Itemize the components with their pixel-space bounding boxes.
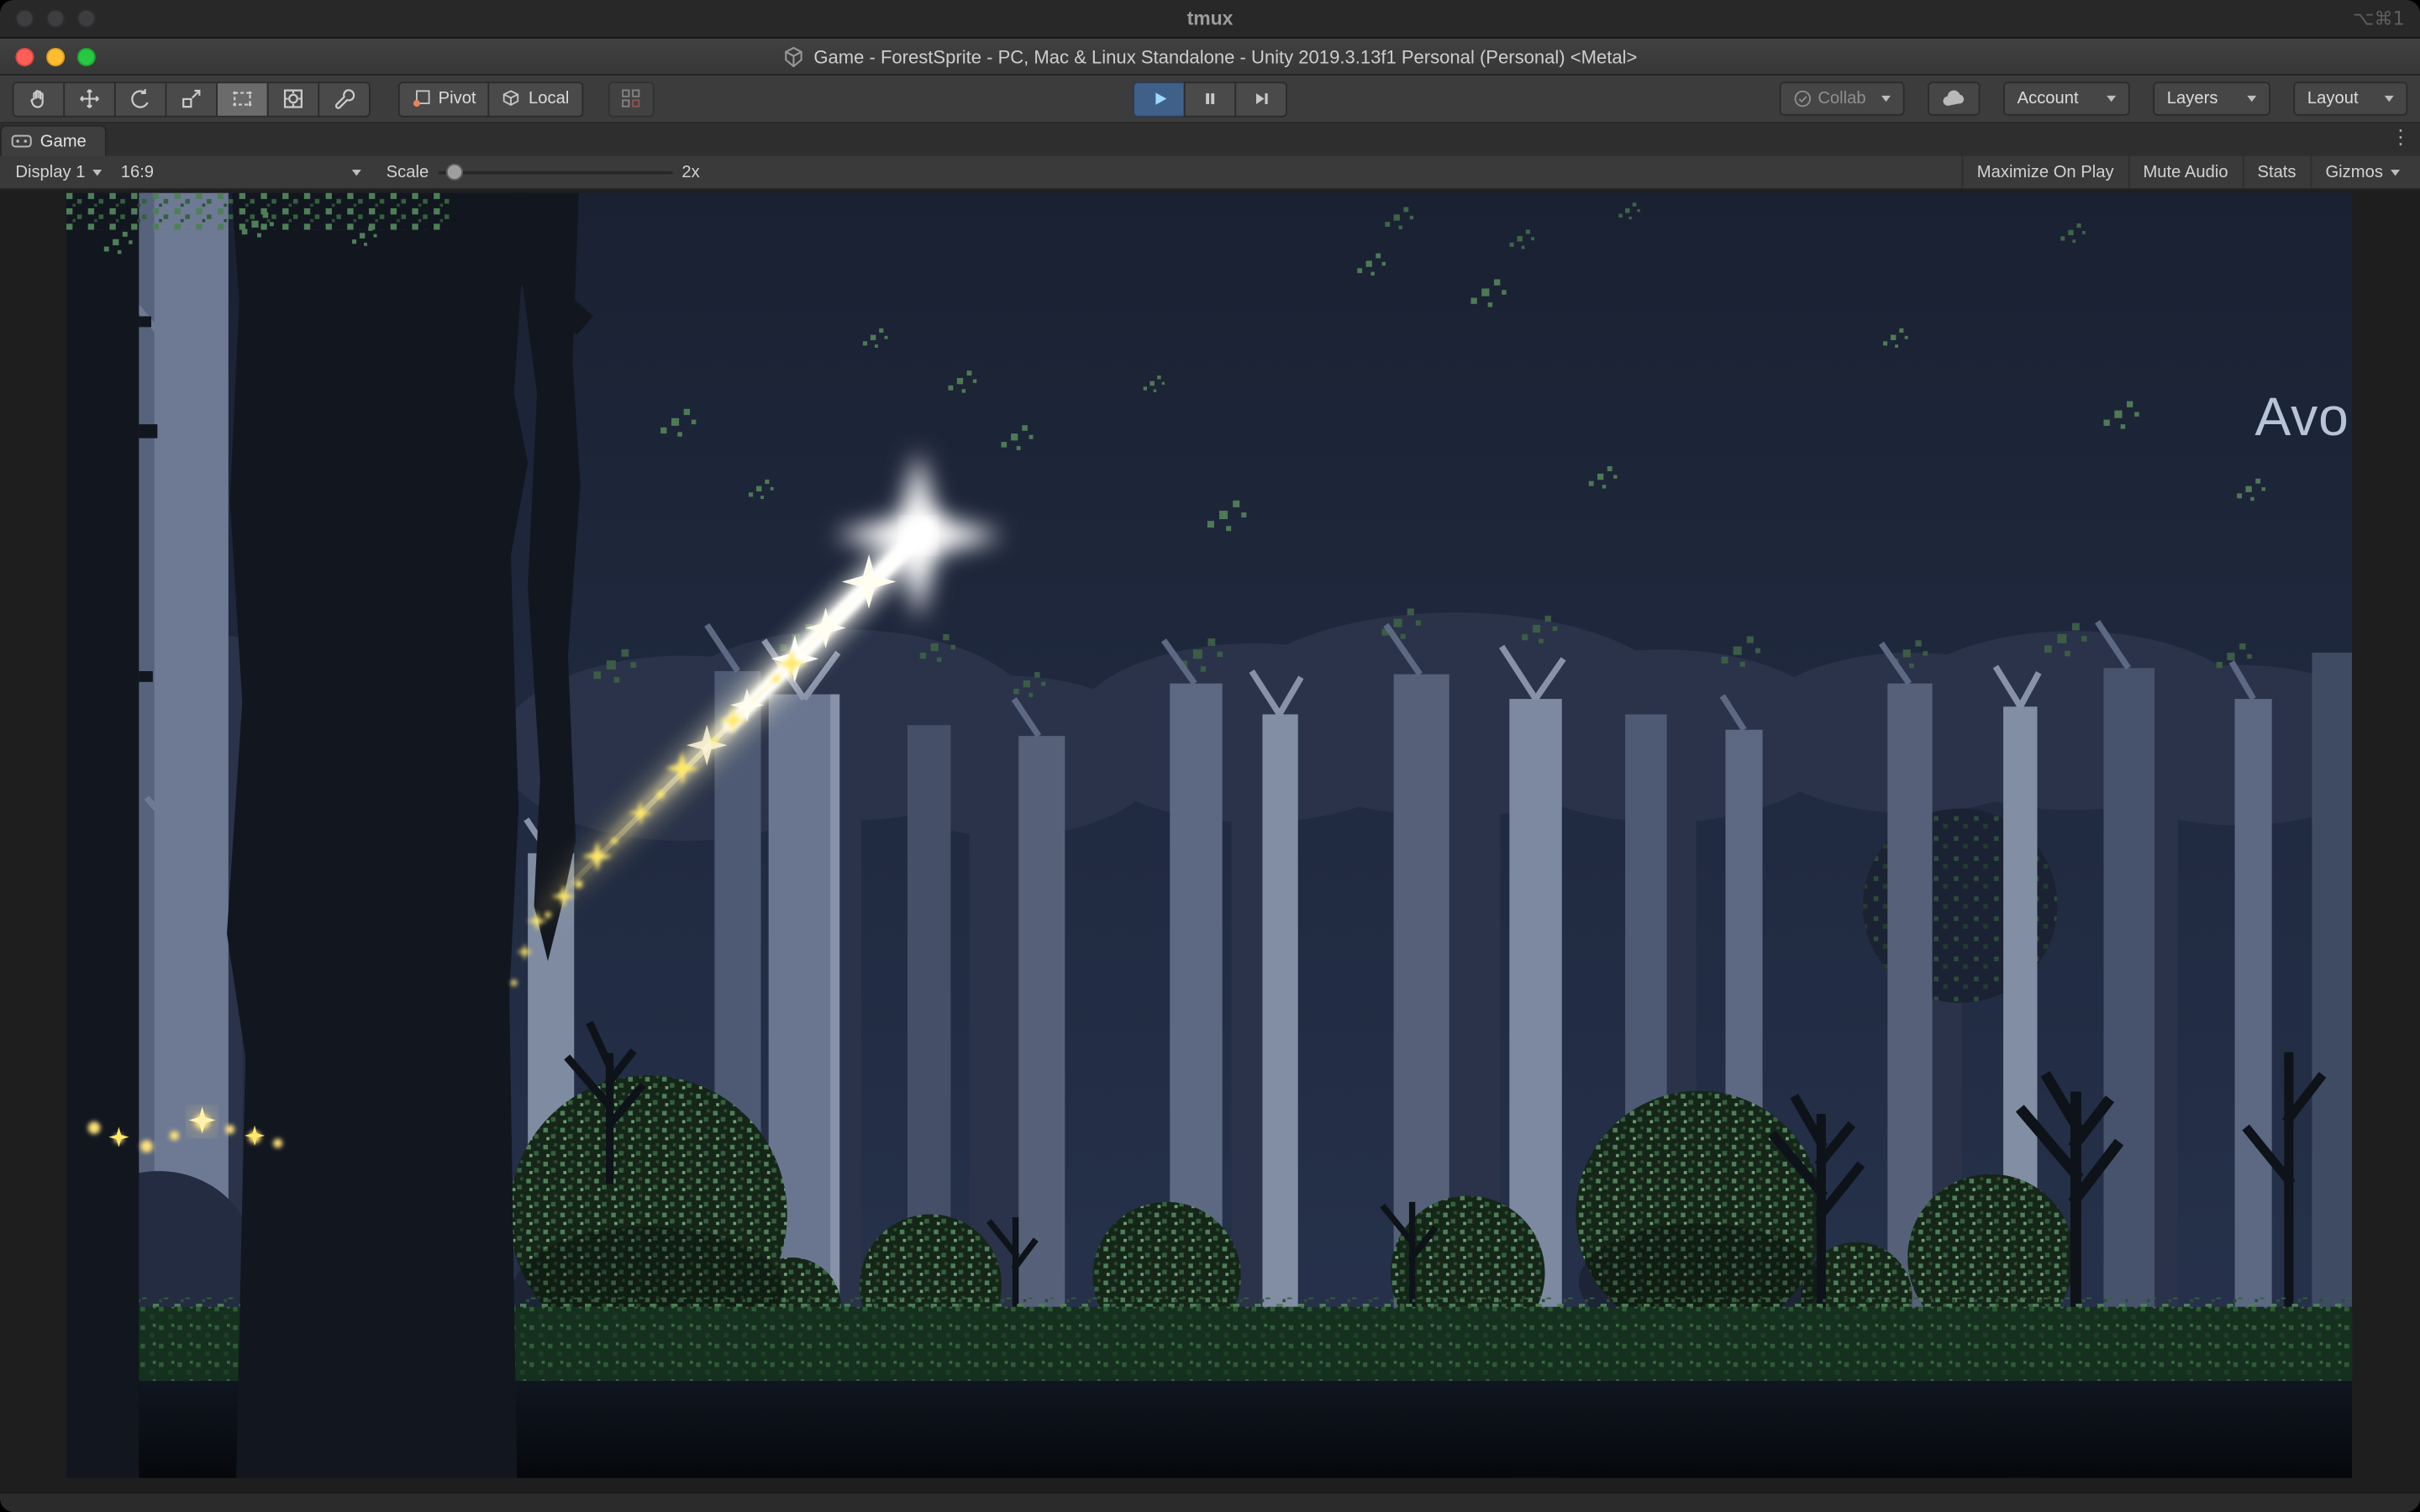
tab-menu-kebab-icon[interactable]: ⋮ bbox=[2391, 127, 2411, 150]
transform-tools bbox=[13, 81, 371, 116]
unity-icon bbox=[783, 45, 805, 67]
transform-tool-button[interactable] bbox=[267, 81, 319, 116]
view-tab-bar: Game ⋮ bbox=[0, 123, 2420, 156]
layout-dropdown[interactable]: Layout bbox=[2293, 81, 2407, 115]
cloud-button[interactable] bbox=[1928, 81, 1980, 115]
aspect-ratio-dropdown[interactable]: 16:9 bbox=[112, 156, 371, 189]
pivot-toggle-button[interactable]: Pivot bbox=[398, 81, 490, 116]
window-title: Game - ForestSprite - PC, Mac & Linux St… bbox=[813, 45, 1637, 67]
slider-knob[interactable] bbox=[445, 163, 462, 180]
tmux-traffic-lights bbox=[15, 9, 96, 28]
layers-label: Layers bbox=[2167, 90, 2218, 108]
game-viewport-frame: Avoi bbox=[0, 190, 2420, 1512]
pivot-icon bbox=[412, 90, 430, 108]
minimize-icon[interactable] bbox=[46, 9, 65, 28]
dropdown-caret-icon bbox=[1881, 96, 1891, 102]
game-render-area[interactable]: Avoi bbox=[66, 193, 2352, 1478]
game-tab-label: Game bbox=[40, 132, 87, 150]
close-icon[interactable] bbox=[15, 9, 34, 28]
dropdown-caret-icon bbox=[2247, 96, 2256, 102]
grid-snap-icon bbox=[620, 88, 642, 110]
minimize-icon[interactable] bbox=[46, 47, 65, 66]
game-view-icon bbox=[11, 131, 33, 151]
hand-tool-button[interactable] bbox=[13, 81, 65, 116]
layers-dropdown[interactable]: Layers bbox=[2153, 81, 2270, 115]
dropdown-caret-icon bbox=[2107, 96, 2116, 102]
hand-icon bbox=[26, 87, 50, 111]
unity-titlebar[interactable]: Game - ForestSprite - PC, Mac & Linux St… bbox=[0, 39, 2420, 76]
window-title-group: Game - ForestSprite - PC, Mac & Linux St… bbox=[783, 45, 1638, 67]
local-toggle-button[interactable]: Local bbox=[488, 81, 583, 116]
move-tool-button[interactable] bbox=[63, 81, 115, 116]
main-toolbar: Pivot Local bbox=[0, 76, 2420, 123]
local-label: Local bbox=[529, 90, 569, 108]
gizmos-dropdown[interactable]: Gizmos bbox=[2310, 156, 2414, 189]
scale-value: 2x bbox=[681, 163, 699, 181]
tmux-titlebar: tmux ⌥⌘1 bbox=[0, 0, 2420, 39]
gizmos-label: Gizmos bbox=[2325, 163, 2382, 181]
tab-game[interactable]: Game bbox=[0, 125, 107, 156]
forest-scene bbox=[66, 193, 2352, 1478]
unity-traffic-lights bbox=[15, 47, 96, 66]
scale-label: Scale bbox=[387, 163, 429, 181]
maximize-label: Maximize On Play bbox=[1977, 163, 2114, 181]
display-label: Display 1 bbox=[15, 163, 85, 181]
game-view-toolbar: Display 1 16:9 Scale 2x Maximize On Play… bbox=[0, 156, 2420, 190]
rotate-icon bbox=[128, 87, 152, 111]
display-dropdown[interactable]: Display 1 bbox=[6, 156, 111, 189]
scale-slider[interactable] bbox=[438, 158, 672, 186]
grid-snap-button[interactable] bbox=[608, 81, 654, 116]
pause-button[interactable] bbox=[1184, 81, 1236, 116]
step-icon bbox=[1250, 88, 1272, 110]
play-icon bbox=[1149, 88, 1171, 110]
transform-icon bbox=[281, 87, 305, 111]
rotate-tool-button[interactable] bbox=[114, 81, 166, 116]
zoom-icon[interactable] bbox=[77, 9, 96, 28]
rect-tool-icon bbox=[230, 87, 255, 111]
wrench-icon bbox=[332, 87, 356, 111]
pivot-local-toggles: Pivot Local bbox=[398, 81, 583, 116]
screen: tmux ⌥⌘1 Game - ForestSprite - PC, Mac &… bbox=[0, 0, 2420, 1512]
account-dropdown[interactable]: Account bbox=[2003, 81, 2130, 115]
dropdown-caret-icon bbox=[352, 169, 361, 175]
playmode-controls bbox=[1133, 81, 1287, 116]
step-button[interactable] bbox=[1234, 81, 1286, 116]
dropdown-caret-icon bbox=[93, 169, 103, 175]
window-bottom-strip bbox=[0, 1492, 2420, 1512]
aspect-label: 16:9 bbox=[121, 163, 154, 181]
play-button[interactable] bbox=[1133, 81, 1185, 116]
scale-icon bbox=[179, 87, 203, 111]
stats-label: Stats bbox=[2257, 163, 2296, 181]
game-toolbar-right: Maximize On Play Mute Audio Stats Gizmos bbox=[1961, 156, 2413, 189]
tmux-title: tmux bbox=[1187, 8, 1234, 29]
maximize-on-play-button[interactable]: Maximize On Play bbox=[1961, 156, 2128, 189]
close-icon[interactable] bbox=[15, 47, 34, 66]
tmux-shortcut: ⌥⌘1 bbox=[2353, 8, 2404, 29]
mute-audio-button[interactable]: Mute Audio bbox=[2128, 156, 2242, 189]
scale-tool-button[interactable] bbox=[166, 81, 218, 116]
pause-icon bbox=[1199, 88, 1221, 110]
collab-label: Collab bbox=[1818, 90, 1865, 108]
collab-dropdown[interactable]: Collab bbox=[1779, 81, 1904, 115]
unity-window: tmux ⌥⌘1 Game - ForestSprite - PC, Mac &… bbox=[0, 0, 2420, 1512]
local-cube-icon bbox=[502, 90, 521, 108]
move-icon bbox=[77, 87, 102, 111]
cloud-icon bbox=[1942, 90, 1966, 108]
stats-button[interactable]: Stats bbox=[2242, 156, 2310, 189]
dropdown-caret-icon bbox=[2385, 96, 2394, 102]
pivot-label: Pivot bbox=[439, 90, 476, 108]
layout-label: Layout bbox=[2307, 90, 2359, 108]
zoom-icon[interactable] bbox=[77, 47, 96, 66]
mute-label: Mute Audio bbox=[2143, 163, 2228, 181]
account-label: Account bbox=[2018, 90, 2079, 108]
custom-tool-button[interactable] bbox=[318, 81, 370, 116]
dropdown-caret-icon bbox=[2391, 169, 2400, 175]
slider-track[interactable] bbox=[438, 171, 672, 175]
collab-check-icon bbox=[1793, 90, 1812, 108]
rect-tool-button[interactable] bbox=[216, 81, 268, 116]
toolbar-right: Collab Account Layers Layout bbox=[1779, 81, 2407, 115]
game-hint-text: Avoi bbox=[2254, 387, 2352, 449]
